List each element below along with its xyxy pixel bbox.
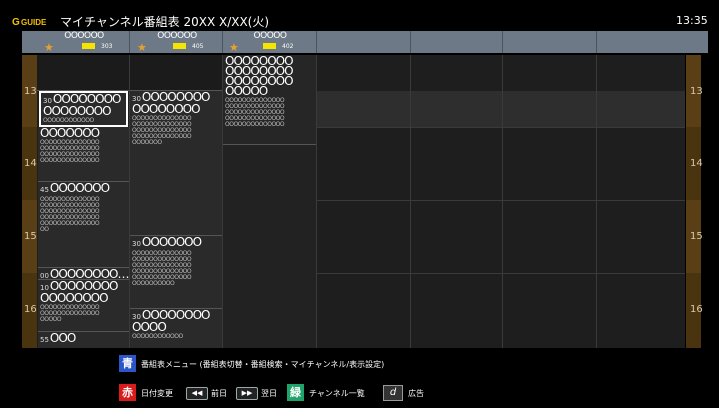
channel-logo-badge [173, 43, 186, 49]
channel-divider [129, 31, 130, 53]
program-title: OOOOOOOO… [49, 268, 129, 280]
program-cell-selected[interactable]: 30OOOOOOOO OOOOOOOO OOOOOOOOOOOO [39, 91, 128, 127]
channel-divider [502, 31, 503, 53]
channel-name[interactable]: OOOOOO [60, 31, 108, 41]
program-title: OOOOOOO [49, 182, 110, 195]
program-cell[interactable]: OOOOOOO OOOOOOOOOOOOOO OOOOOOOOOOOOOO OO… [38, 127, 129, 182]
program-cell[interactable]: 45OOOOOOO OOOOOOOOOOOOOO OOOOOOOOOOOOOO … [38, 182, 129, 268]
column-divider [410, 55, 411, 348]
channel-divider [222, 31, 223, 53]
d-button-label: 広告 [408, 389, 424, 398]
green-button-key[interactable]: 緑 [287, 384, 304, 401]
hour-label: 14 [24, 158, 37, 169]
channel-divider [410, 31, 411, 53]
program-title: OOOOOOOO OOOOOOOO [43, 92, 121, 118]
program-cell[interactable]: 30OOOOOOOO OOOOOOOO OOOOOOOOOOOOOO OOOOO… [130, 91, 222, 236]
program-description: OOOOOOOOOOOOOO OOOOOOOOOOOOOO OOOOOOOOOO… [132, 250, 192, 287]
red-button-label: 日付変更 [141, 389, 173, 398]
channel-number: 402 [282, 43, 294, 50]
program-description: OOOOOOOOOOOOOO OOOOOOOOOOOOOO OOOOOOOOOO… [225, 97, 285, 128]
svg-text:GUIDE: GUIDE [21, 18, 47, 27]
hour-line [316, 127, 685, 128]
program-grid: 30OOOOOOOO OOOOOOOO OOOOOOOOOOOO OOOOOOO… [37, 55, 685, 348]
d-button-key[interactable]: d [383, 385, 403, 401]
program-title: OOOOOOOO OOOO [132, 309, 210, 334]
program-description: OOOOOOOOOOOOOO OOOOOOOOOOOOOO OOOOOOOOOO… [40, 196, 100, 233]
hour-line [316, 273, 685, 274]
blue-button-label: 番組表メニュー (番組表切替・番組検索・マイチャンネル/表示設定) [141, 360, 385, 369]
program-start-minute: 55 [40, 336, 49, 344]
next-day-label: 翌日 [261, 389, 277, 398]
gguide-logo: G GUIDE [12, 15, 48, 27]
program-description: OOOOOOOOOOOOOO OOOOOOOOOOOOOO OOOOOOOOOO… [132, 115, 192, 146]
program-description: OOOOOOOOOOOO [43, 117, 94, 124]
clock: 13:35 [676, 14, 708, 27]
channel-name[interactable]: OOOOOO [153, 31, 201, 41]
skip-back-icon[interactable]: ◀◀ [186, 387, 208, 400]
hour-label: 14 [690, 158, 703, 169]
program-slot-empty[interactable] [37, 55, 129, 91]
hour-line [316, 200, 685, 201]
red-button-key[interactable]: 赤 [119, 384, 136, 401]
svg-text:G: G [12, 17, 20, 27]
program-title: OOOOOOO [40, 127, 100, 140]
program-cell[interactable]: 30OOOOOOOO OOOO OOOOOOOOOOOO [130, 309, 222, 348]
channel-number: 303 [101, 43, 113, 50]
program-description: OOOOOOOOOOOO [132, 333, 183, 340]
hour-label: 16 [690, 304, 703, 315]
star-icon: ★ [229, 41, 239, 54]
program-title: OOOOOOOO OOOOOOOO [132, 91, 210, 116]
channel-logo-badge [263, 43, 276, 49]
star-icon: ★ [137, 41, 147, 54]
channel-logo-badge [82, 43, 95, 49]
hour-label: 15 [690, 231, 703, 242]
program-description: OOOOOOOOOOOOOO OOOOOOOOOOOOOO OOOOOOOOOO… [40, 139, 100, 164]
page-title: マイチャンネル番組表 20XX X/XX(火) [60, 15, 270, 29]
program-cell[interactable]: 10OOOOOOOO OOOOOOOO OOOOOOOOOOOOOO OOOOO… [38, 280, 129, 332]
program-cell[interactable]: OOOOOOOO OOOOOOOO OOOOOOOO OOOOO OOOOOOO… [223, 55, 316, 145]
program-title: OOOOOOO [141, 236, 202, 249]
program-cell[interactable]: 30OOOOOOO OOOOOOOOOOOOOO OOOOOOOOOOOOOO … [130, 236, 222, 309]
program-slot-empty[interactable] [223, 145, 316, 348]
column-divider [316, 55, 317, 348]
program-start-minute: 30 [132, 240, 141, 248]
program-title: OOOOOOOO OOOOOOOO [40, 280, 118, 305]
program-title: OOOOOOOO OOOOOOOO OOOOOOOO OOOOO [225, 55, 294, 98]
channel-number: 405 [192, 43, 204, 50]
hour-label: 15 [24, 231, 37, 242]
channel-divider [316, 31, 317, 53]
program-cell[interactable]: 55OOO [38, 332, 129, 348]
hour-label: 16 [24, 304, 37, 315]
program-description: OOOOOOOOOOOOOO OOOOOOOOOOOOOO OOOOO [40, 304, 100, 323]
hour-label: 13 [24, 86, 37, 97]
column-divider [502, 55, 503, 348]
prev-day-label: 前日 [211, 389, 227, 398]
column-divider [596, 55, 597, 348]
channel-divider [596, 31, 597, 53]
green-button-label: チャンネル一覧 [309, 389, 365, 398]
program-title: OOO [49, 332, 76, 345]
program-start-minute: 45 [40, 186, 49, 194]
skip-forward-icon[interactable]: ▶▶ [236, 387, 258, 400]
program-cell[interactable]: 00OOOOOOOO… [38, 268, 129, 280]
star-icon: ★ [44, 41, 54, 54]
channel-header-strip [22, 31, 708, 53]
program-slot-empty[interactable] [130, 55, 222, 91]
hour-label: 13 [690, 86, 703, 97]
channel-name[interactable]: OOOOO [246, 31, 294, 41]
blue-button-key[interactable]: 青 [119, 355, 136, 372]
program-start-minute: 00 [40, 272, 49, 280]
